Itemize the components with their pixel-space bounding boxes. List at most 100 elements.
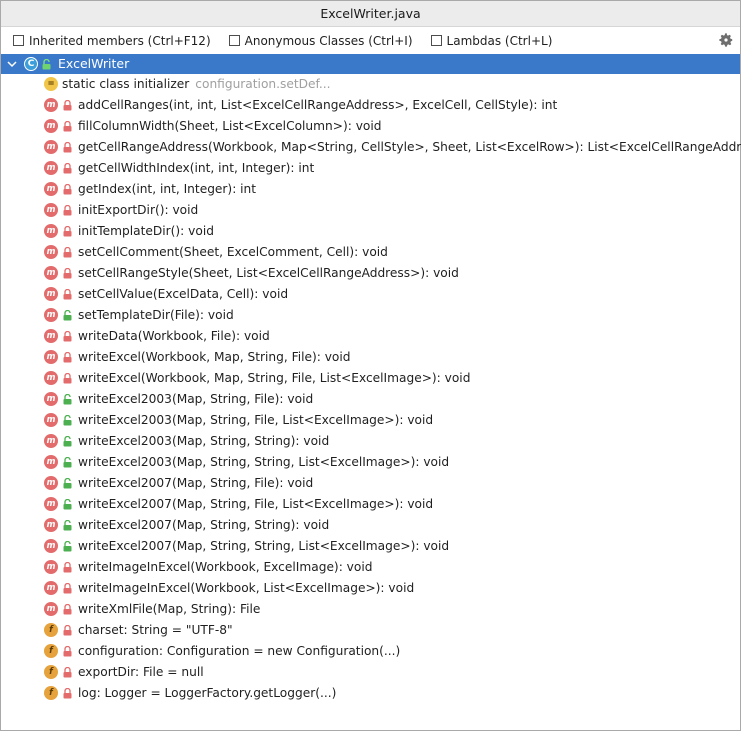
member-signature: initExportDir(): void	[78, 203, 199, 217]
member-signature: writeImageInExcel(Workbook, List<ExcelIm…	[78, 581, 415, 595]
lock-icon	[63, 184, 72, 195]
filter-toolbar: Inherited members (Ctrl+F12) Anonymous C…	[1, 27, 740, 54]
method-icon: m	[44, 518, 58, 532]
method-icon: m	[44, 287, 58, 301]
member-label: writeXmlFile(Map, String): File	[78, 602, 260, 616]
method-item[interactable]: m setCellValue(ExcelData, Cell): void	[1, 284, 740, 305]
field-item[interactable]: f exportDir: File = null	[1, 662, 740, 683]
title-bar: ExcelWriter.java	[1, 1, 740, 27]
field-icon: f	[44, 644, 58, 658]
member-signature: writeExcel2003(Map, String, String): voi…	[78, 434, 330, 448]
member-label: setCellComment(Sheet, ExcelComment, Cell…	[78, 245, 388, 259]
member-signature: setTemplateDir(File): void	[78, 308, 234, 322]
method-item[interactable]: m writeExcel2003(Map, String, String, Lis…	[1, 452, 740, 473]
member-label: setCellValue(ExcelData, Cell): void	[78, 287, 288, 301]
lock-icon	[63, 646, 72, 657]
unlock-icon	[63, 478, 72, 489]
method-item[interactable]: m addCellRanges(int, int, List<ExcelCellR…	[1, 95, 740, 116]
field-icon: f	[44, 686, 58, 700]
method-icon: m	[44, 140, 58, 154]
member-signature: writeExcel2003(Map, String, File, List<E…	[78, 413, 434, 427]
member-label: getIndex(int, int, Integer): int	[78, 182, 256, 196]
method-icon: m	[44, 266, 58, 280]
method-item[interactable]: m writeXmlFile(Map, String): File	[1, 599, 740, 620]
member-signature: writeExcel2007(Map, String, String): voi…	[78, 518, 330, 532]
initializer-item[interactable]: = static class initializer configuration.s…	[1, 74, 740, 95]
member-label: setCellRangeStyle(Sheet, List<ExcelCellR…	[78, 266, 459, 280]
anonymous-classes-checkbox[interactable]	[228, 35, 240, 46]
unlock-icon	[63, 394, 72, 405]
method-icon: m	[44, 119, 58, 133]
member-label: initExportDir(): void	[78, 203, 198, 217]
method-item[interactable]: m setCellComment(Sheet, ExcelComment, Cel…	[1, 242, 740, 263]
anonymous-classes-label: Anonymous Classes (Ctrl+I)	[244, 33, 413, 48]
method-item[interactable]: m writeExcel2007(Map, String, String): vo…	[1, 515, 740, 536]
method-icon: m	[44, 560, 58, 574]
lambdas-checkbox[interactable]	[430, 35, 442, 46]
member-hint: configuration.setDef...	[195, 77, 331, 91]
member-signature: writeExcel2007(Map, String, File): void	[78, 476, 314, 490]
method-item[interactable]: m writeExcel2003(Map, String, File): void	[1, 389, 740, 410]
method-icon: m	[44, 98, 58, 112]
method-icon: m	[44, 329, 58, 343]
field-item[interactable]: f configuration: Configuration = new Conf…	[1, 641, 740, 662]
member-label: fillColumnWidth(Sheet, List<ExcelColumn>…	[78, 119, 381, 133]
member-signature: log: Logger = LoggerFactory.getLogger(..…	[78, 686, 337, 700]
member-signature: getIndex(int, int, Integer): int	[78, 182, 257, 196]
field-item[interactable]: f log: Logger = LoggerFactory.getLogger(.…	[1, 683, 740, 704]
method-item[interactable]: m getCellWidthIndex(int, int, Integer): i…	[1, 158, 740, 179]
member-signature: writeExcel(Workbook, Map, String, File, …	[78, 371, 471, 385]
lambdas-option[interactable]: Lambdas (Ctrl+L)	[430, 34, 552, 48]
unlock-icon	[63, 415, 72, 426]
inherited-members-option[interactable]: Inherited members (Ctrl+F12)	[13, 34, 211, 48]
anonymous-classes-option[interactable]: Anonymous Classes (Ctrl+I)	[228, 33, 413, 48]
static-initializer-icon: =	[44, 77, 58, 91]
method-icon: m	[44, 434, 58, 448]
method-item[interactable]: m writeExcel2007(Map, String, File, List<…	[1, 494, 740, 515]
lock-icon	[63, 100, 72, 111]
member-label: writeExcel2003(Map, String, File, List<E…	[78, 413, 433, 427]
method-item[interactable]: m writeData(Workbook, File): void	[1, 326, 740, 347]
member-signature: addCellRanges(int, int, List<ExcelCellRa…	[78, 98, 558, 112]
lock-icon	[63, 205, 72, 216]
lock-icon	[63, 121, 72, 132]
chevron-down-icon[interactable]	[7, 59, 17, 69]
field-item[interactable]: f charset: String = "UTF-8"	[1, 620, 740, 641]
unlock-icon	[63, 499, 72, 510]
method-item[interactable]: m writeExcel2007(Map, String, String, Lis…	[1, 536, 740, 557]
member-signature: getCellWidthIndex(int, int, Integer): in…	[78, 161, 315, 175]
method-item[interactable]: m setCellRangeStyle(Sheet, List<ExcelCell…	[1, 263, 740, 284]
member-signature: exportDir: File = null	[78, 665, 204, 679]
method-item[interactable]: m fillColumnWidth(Sheet, List<ExcelColumn…	[1, 116, 740, 137]
method-item[interactable]: m getCellRangeAddress(Workbook, Map<Strin…	[1, 137, 741, 158]
member-label: writeExcel2007(Map, String, String): voi…	[78, 518, 329, 532]
method-item[interactable]: m writeExcel2003(Map, String, String): vo…	[1, 431, 740, 452]
lock-icon	[63, 247, 72, 258]
method-item[interactable]: m initTemplateDir(): void	[1, 221, 740, 242]
unlock-icon	[63, 457, 72, 468]
method-icon: m	[44, 350, 58, 364]
method-item[interactable]: m writeImageInExcel(Workbook, ExcelImage)…	[1, 557, 740, 578]
method-item[interactable]: m initExportDir(): void	[1, 200, 740, 221]
member-list: = static class initializer configuration.s…	[1, 74, 741, 704]
method-item[interactable]: m writeExcel(Workbook, Map, String, File,…	[1, 368, 740, 389]
method-item[interactable]: m setTemplateDir(File): void	[1, 305, 740, 326]
unlock-icon	[42, 59, 51, 70]
lock-icon	[63, 331, 72, 342]
method-icon: m	[44, 476, 58, 490]
method-item[interactable]: m writeImageInExcel(Workbook, List<ExcelI…	[1, 578, 740, 599]
method-icon: m	[44, 371, 58, 385]
method-item[interactable]: m writeExcel2007(Map, String, File): void	[1, 473, 740, 494]
member-label: writeImageInExcel(Workbook, List<ExcelIm…	[78, 581, 414, 595]
gear-icon[interactable]	[718, 32, 734, 48]
tree-root-excelwriter[interactable]: C ExcelWriter	[1, 54, 740, 74]
unlock-icon	[63, 520, 72, 531]
method-item[interactable]: m writeExcel2003(Map, String, File, List<…	[1, 410, 740, 431]
lock-icon	[63, 604, 72, 615]
method-icon: m	[44, 497, 58, 511]
inherited-members-checkbox[interactable]	[13, 35, 24, 46]
method-item[interactable]: m getIndex(int, int, Integer): int	[1, 179, 740, 200]
method-item[interactable]: m writeExcel(Workbook, Map, String, File)…	[1, 347, 740, 368]
method-icon: m	[44, 602, 58, 616]
lock-icon	[63, 688, 72, 699]
